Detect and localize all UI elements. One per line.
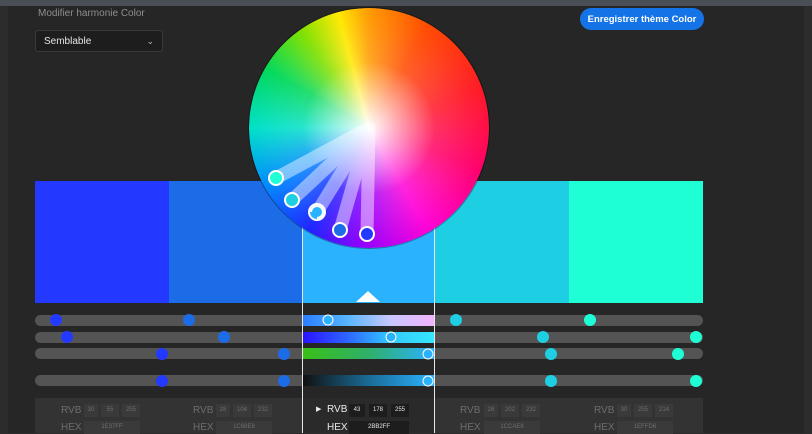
b-value-field[interactable]: 255 — [122, 404, 140, 417]
r-value-field[interactable]: 30 — [84, 404, 98, 417]
slider-handle[interactable] — [584, 314, 596, 326]
harmony-rule-dropdown[interactable]: Semblable ⌄ — [35, 30, 163, 52]
hex-value-field[interactable]: 1C68E8 — [216, 421, 272, 434]
hex-value-field[interactable]: 1E37FF — [84, 421, 140, 434]
slider-handle[interactable] — [545, 348, 557, 360]
triangle-right-icon[interactable]: ▶ — [316, 405, 321, 413]
color-swatch-5[interactable] — [569, 181, 703, 303]
slider-handle[interactable] — [672, 348, 684, 360]
slider-handle[interactable] — [690, 331, 702, 343]
color-swatch-1[interactable] — [35, 181, 169, 303]
b-value-field[interactable]: 214 — [655, 404, 673, 417]
slider-handle[interactable] — [690, 375, 702, 387]
selected-slider-4[interactable] — [303, 375, 434, 386]
g-value-field[interactable]: 202 — [501, 404, 519, 417]
r-value-field[interactable]: 28 — [216, 404, 230, 417]
b-value-field[interactable]: 255 — [391, 404, 409, 417]
save-color-theme-button[interactable]: Enregistrer thème Color — [580, 8, 704, 30]
selected-slider-handle[interactable] — [422, 348, 434, 360]
hex-value-field[interactable]: 1EFFD6 — [617, 421, 673, 434]
r-value-field[interactable]: 43 — [349, 404, 365, 417]
selected-slider-handle[interactable] — [422, 375, 434, 387]
hex-label: HEX — [460, 422, 481, 433]
g-value-field[interactable]: 104 — [233, 404, 251, 417]
hex-label: HEX — [594, 422, 615, 433]
rvb-label: RVB — [327, 404, 348, 415]
slider-handle[interactable] — [545, 375, 557, 387]
selected-slider-handle[interactable] — [385, 331, 397, 343]
r-value-field[interactable]: 28 — [484, 404, 498, 417]
selected-slider-handle[interactable] — [322, 314, 334, 326]
rvb-label: RVB — [460, 405, 481, 416]
harmony-heading: Modifier harmonie Color — [38, 8, 145, 19]
slider-handle[interactable] — [156, 375, 168, 387]
rvb-label: RVB — [61, 405, 82, 416]
r-value-field[interactable]: 30 — [617, 404, 631, 417]
selected-slider-2[interactable] — [303, 332, 434, 343]
slider-handle[interactable] — [183, 314, 195, 326]
g-value-field[interactable]: 55 — [101, 404, 119, 417]
b-value-field[interactable]: 232 — [254, 404, 272, 417]
selected-slider-3[interactable] — [303, 348, 434, 359]
slider-handle[interactable] — [156, 348, 168, 360]
slider-handle[interactable] — [218, 331, 230, 343]
slider-handle[interactable] — [450, 314, 462, 326]
slider-handle[interactable] — [278, 348, 290, 360]
harmony-rule-value: Semblable — [44, 35, 92, 47]
chevron-down-icon: ⌄ — [146, 35, 154, 46]
b-value-field[interactable]: 232 — [522, 404, 540, 417]
slider-handle[interactable] — [537, 331, 549, 343]
slider-handle[interactable] — [50, 314, 62, 326]
selected-swatch-caret-icon — [356, 291, 380, 302]
g-value-field[interactable]: 255 — [634, 404, 652, 417]
hex-label: HEX — [193, 422, 214, 433]
rvb-label: RVB — [594, 405, 615, 416]
hex-label: HEX — [61, 422, 82, 433]
slider-handle[interactable] — [278, 375, 290, 387]
color-wheel[interactable] — [249, 8, 489, 248]
hex-value-field[interactable]: 1CCAE8 — [484, 421, 540, 434]
hex-label: HEX — [327, 422, 348, 433]
rvb-label: RVB — [193, 405, 214, 416]
g-value-field[interactable]: 178 — [369, 404, 387, 417]
hex-value-field[interactable]: 2BB2FF — [349, 421, 409, 434]
color-wheel-graphic — [249, 8, 489, 248]
slider-handle[interactable] — [61, 331, 73, 343]
